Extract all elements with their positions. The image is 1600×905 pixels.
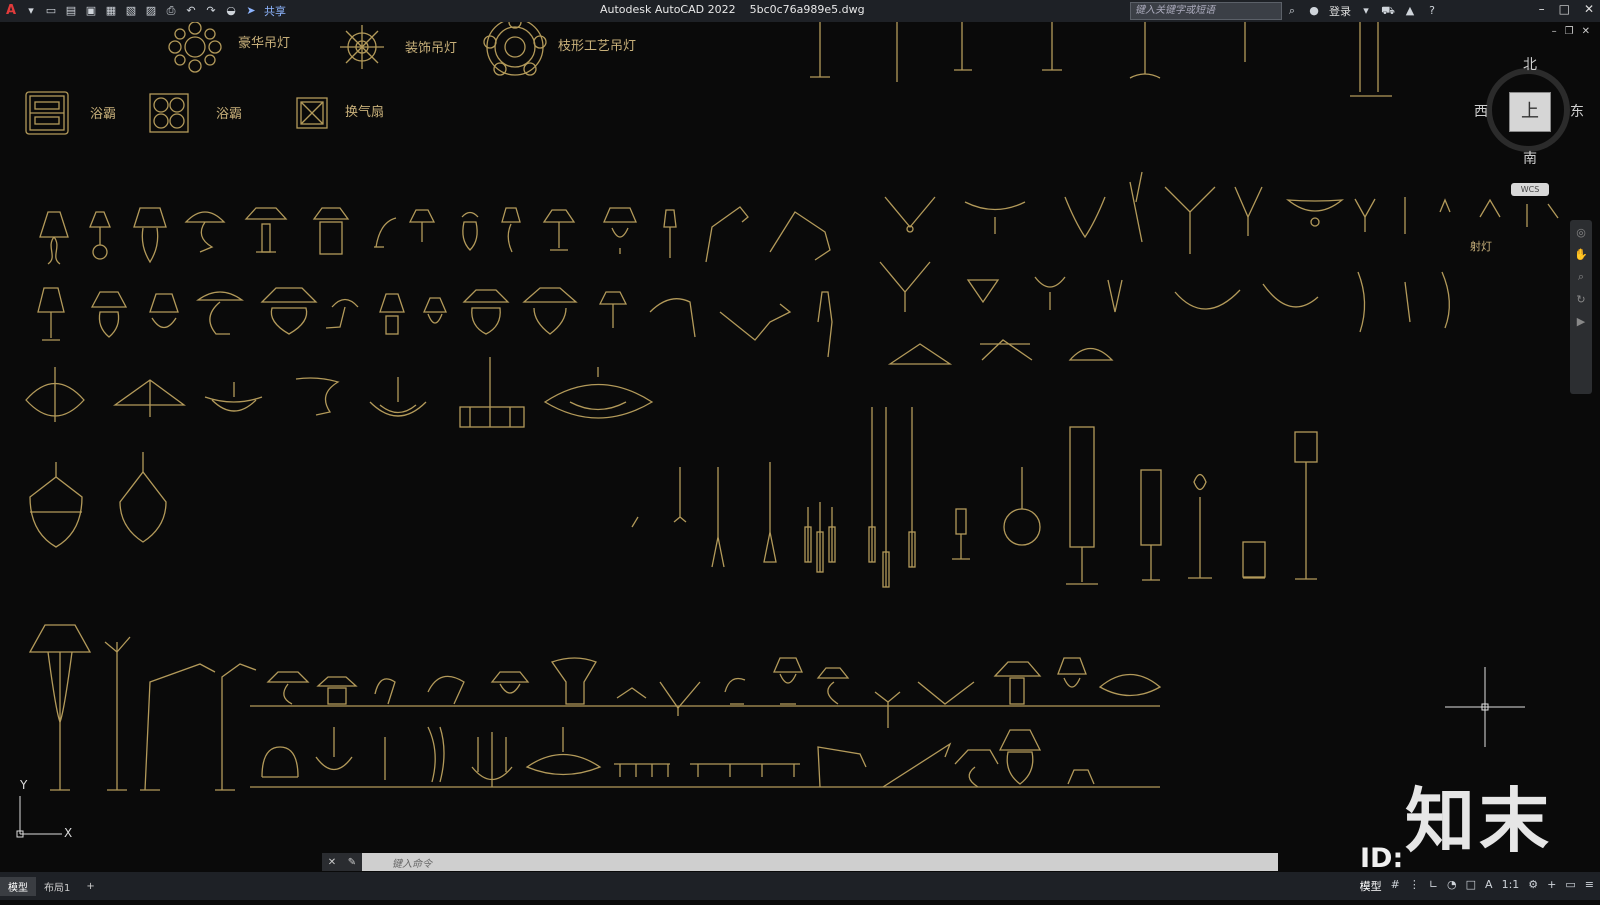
crystal-chandelier-row	[29, 452, 167, 548]
label-branch-chandelier: 枝形工艺吊灯	[558, 39, 637, 54]
label-bath-heater-2: 浴霸	[216, 107, 243, 122]
pan-icon[interactable]: ✋	[1574, 248, 1588, 261]
command-line-buttons: ✕ ✎	[322, 853, 362, 871]
drawing-canvas[interactable]: 豪华吊灯 装饰吊灯 枝形工艺吊灯 浴霸 浴霸 换气扇 射灯 Y X	[0, 22, 1600, 870]
export-icon[interactable]: ▨	[144, 4, 158, 18]
model-space-toggle[interactable]: 模型	[1360, 878, 1382, 894]
quick-access-toolbar: A ▾ ▭ ▤ ▣ ▦ ▧ ▨ ⎙ ↶ ↷ ◒ ➤ 共享	[0, 3, 286, 19]
ucs-y-label: Y	[20, 778, 28, 792]
crosshair-cursor	[1445, 667, 1525, 747]
status-bar: 模型 布局1 + 模型 # ⋮ ∟ ◔ □ A 1:1 ⚙ + ▭ ≡	[0, 872, 1600, 900]
save-icon[interactable]: ▣	[84, 4, 98, 18]
label-luxury-chandelier: 豪华吊灯	[238, 36, 291, 51]
close-icon[interactable]: ✕	[328, 857, 336, 868]
wall-lamp-row-2	[879, 261, 1450, 333]
save-as-icon[interactable]: ▦	[104, 4, 118, 18]
wall-lamp-row-3	[887, 339, 1114, 365]
bottom-floor-lamps	[28, 624, 257, 791]
snap-icon[interactable]: ⋮	[1409, 878, 1420, 894]
autodesk-icon[interactable]: ▲	[1403, 4, 1417, 18]
undo-icon[interactable]: ↶	[184, 4, 198, 18]
upper-shelf-lamps	[266, 657, 1162, 728]
fullscreen-icon[interactable]: ▭	[1565, 878, 1575, 894]
viewcube-south[interactable]: 南	[1523, 148, 1537, 168]
app-title: Autodesk AutoCAD 2022	[600, 3, 736, 16]
share-icon[interactable]: ➤	[244, 4, 258, 18]
doc-close-icon[interactable]: ✕	[1582, 26, 1590, 37]
viewcube[interactable]: 上 北 南 东 西	[1474, 57, 1584, 167]
window-controls: – □ ✕	[1539, 2, 1594, 16]
navigation-bar: ◎ ✋ ⌕ ↻ ▶	[1570, 220, 1592, 394]
luxury-chandelier-symbol	[168, 22, 222, 73]
wcs-menu[interactable]: WCS	[1511, 183, 1549, 196]
annotation-icon[interactable]: A	[1485, 878, 1493, 894]
document-window-controls: – ❐ ✕	[1552, 26, 1590, 37]
dropdown-icon[interactable]: ▾	[24, 4, 38, 18]
viewcube-north[interactable]: 北	[1523, 54, 1537, 74]
new-file-icon[interactable]: ▭	[44, 4, 58, 18]
gear-icon[interactable]: ⚙	[1528, 878, 1538, 894]
wrench-icon[interactable]: ✎	[348, 857, 356, 868]
zoom-icon[interactable]: ⌕	[1578, 270, 1584, 284]
table-lamp-row-1	[39, 206, 831, 265]
close-icon[interactable]: ✕	[1584, 2, 1594, 16]
ortho-icon[interactable]: ∟	[1429, 878, 1438, 894]
chevron-down-icon[interactable]: ▾	[1359, 4, 1373, 18]
grid-icon[interactable]: #	[1391, 878, 1400, 894]
ucs-icon	[16, 796, 62, 838]
polar-icon[interactable]: ◔	[1447, 878, 1457, 894]
viewcube-west[interactable]: 西	[1474, 101, 1488, 121]
pendant-light-row	[631, 407, 1318, 588]
search-icon[interactable]: ⌕	[1285, 4, 1299, 18]
command-input[interactable]: 键入命令	[362, 855, 432, 870]
branch-chandelier-symbol	[483, 22, 547, 76]
status-toggles: 模型 # ⋮ ∟ ◔ □ A 1:1 ⚙ + ▭ ≡	[1360, 878, 1594, 894]
minimize-icon[interactable]: –	[1539, 2, 1545, 16]
decor-chandelier-symbol	[340, 25, 384, 69]
cart-icon[interactable]: ⛟	[1381, 4, 1395, 18]
steering-wheel-icon[interactable]: ◎	[1576, 226, 1586, 239]
file-name: 5bc0c76a989e5.dwg	[749, 3, 865, 16]
open-file-icon[interactable]: ▤	[64, 4, 78, 18]
table-lamp-row-2	[37, 287, 833, 358]
showmotion-icon[interactable]: ▶	[1577, 315, 1585, 328]
ucs-x-label: X	[64, 826, 73, 840]
print-icon[interactable]: ⎙	[164, 4, 178, 18]
doc-minimize-icon[interactable]: –	[1552, 26, 1557, 37]
lower-shelf-lamps	[261, 726, 1095, 788]
osnap-icon[interactable]: □	[1466, 878, 1476, 894]
tab-model[interactable]: 模型	[0, 876, 36, 896]
app-menu-button[interactable]: A	[4, 4, 18, 18]
label-decor-chandelier: 装饰吊灯	[405, 41, 458, 56]
title-bar-right: ⌕ ● 登录 ▾ ⛟ ▲ ?	[1285, 3, 1439, 19]
add-layout-button[interactable]: +	[78, 879, 102, 894]
user-icon: ●	[1309, 4, 1319, 17]
publish-icon[interactable]: ▧	[124, 4, 138, 18]
orbit-icon[interactable]: ↻	[1576, 293, 1585, 306]
search-input[interactable]: 键入关键字或短语	[1130, 2, 1282, 20]
workspace-icon[interactable]: ◒	[224, 4, 238, 18]
doc-restore-icon[interactable]: ❐	[1565, 26, 1574, 37]
label-spot-light: 射灯	[1470, 240, 1492, 253]
label-exhaust-fan: 换气扇	[345, 105, 385, 120]
window-title: Autodesk AutoCAD 2022 5bc0c76a989e5.dwg	[600, 3, 865, 16]
login-button[interactable]: 登录	[1329, 3, 1351, 19]
plus-icon[interactable]: +	[1547, 878, 1556, 894]
floor-lamp-top-row	[810, 22, 1392, 97]
redo-icon[interactable]: ↷	[204, 4, 218, 18]
viewcube-east[interactable]: 东	[1570, 101, 1584, 121]
viewcube-face-top[interactable]: 上	[1509, 92, 1551, 132]
scale-selector[interactable]: 1:1	[1502, 878, 1520, 894]
command-line: ✕ ✎ 键入命令	[322, 853, 1278, 871]
maximize-icon[interactable]: □	[1559, 2, 1570, 16]
help-icon[interactable]: ?	[1425, 4, 1439, 18]
title-bar: A ▾ ▭ ▤ ▣ ▦ ▧ ▨ ⎙ ↶ ↷ ◒ ➤ 共享 Autodesk Au…	[0, 0, 1600, 22]
menu-icon[interactable]: ≡	[1585, 878, 1594, 894]
ceiling-lamp-row	[25, 357, 654, 428]
tab-layout1[interactable]: 布局1	[36, 877, 78, 896]
share-button[interactable]: 共享	[264, 3, 286, 19]
cad-drawing	[16, 22, 1559, 838]
wall-lamp-row-1	[884, 171, 1559, 254]
label-bath-heater-1: 浴霸	[90, 107, 117, 122]
